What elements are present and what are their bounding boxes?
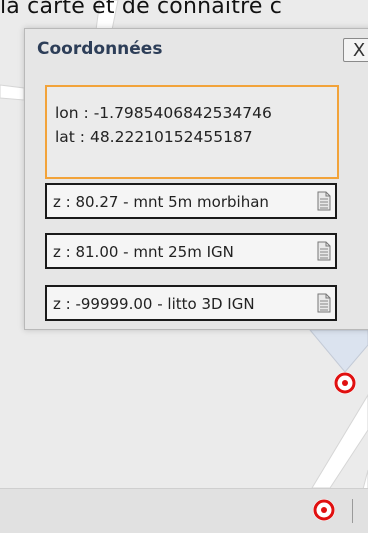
elevation-row: z : 81.00 - mnt 25m IGN xyxy=(45,233,337,269)
target-icon[interactable] xyxy=(312,498,336,522)
elevation-text: z : -99999.00 - litto 3D IGN xyxy=(53,295,255,313)
panel-title: Coordonnées xyxy=(37,39,163,59)
elevation-row: z : 80.27 - mnt 5m morbihan xyxy=(45,183,337,219)
longitude-value: lon : -1.7985406842534746 xyxy=(55,104,272,122)
coordinates-panel: Coordonnées X lon : -1.7985406842534746 … xyxy=(24,28,368,330)
status-bar xyxy=(0,488,368,533)
toolbar-separator xyxy=(352,499,353,523)
elevation-row: z : -99999.00 - litto 3D IGN xyxy=(45,285,337,321)
page-text-fragment: la carte et de connaître c xyxy=(0,0,283,19)
close-icon: X xyxy=(352,39,366,61)
document-icon[interactable] xyxy=(317,191,331,211)
document-icon[interactable] xyxy=(317,293,331,313)
coordinates-box: lon : -1.7985406842534746 lat : 48.22210… xyxy=(45,85,339,179)
close-button[interactable]: X xyxy=(343,38,368,62)
elevation-text: z : 81.00 - mnt 25m IGN xyxy=(53,243,234,261)
document-icon[interactable] xyxy=(317,241,331,261)
map-target-icon[interactable] xyxy=(333,371,357,395)
elevation-text: z : 80.27 - mnt 5m morbihan xyxy=(53,193,269,211)
latitude-value: lat : 48.22210152455187 xyxy=(55,128,253,146)
